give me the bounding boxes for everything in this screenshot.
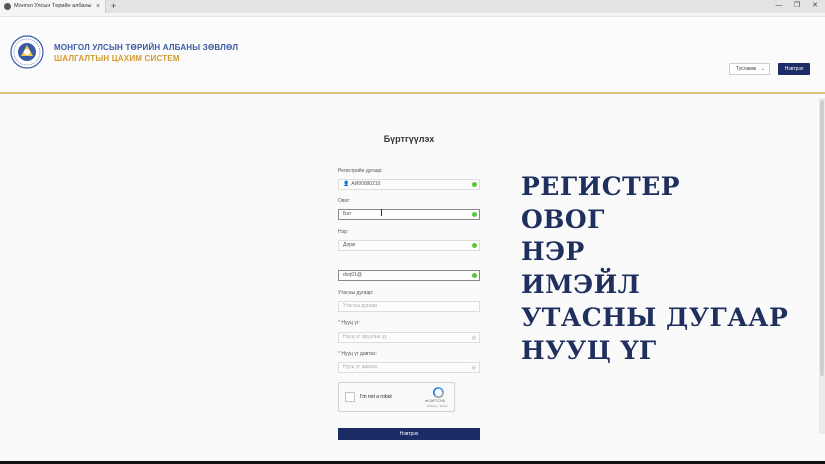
eye-icon[interactable]: ◎ [472,334,476,343]
annotation-line: УТАСНЫ ДУГААР [521,303,789,332]
surname-value: Бат [343,211,352,217]
annotation-line: ОВОГ [521,205,605,234]
help-dropdown[interactable]: Тусламж ⌄ [729,63,770,75]
close-window-button[interactable]: ✕ [809,0,821,11]
register-value: АИ90080210 [351,181,381,187]
recaptcha-logo-icon [433,387,444,398]
minimize-button[interactable]: — [773,0,785,11]
org-name: МОНГОЛ УЛСЫН ТӨРИЙН АЛБАНЫ ЗӨВЛӨЛ [54,43,239,52]
captcha-label: I'm not a robot [360,394,392,400]
annotation-line: РЕГИСТЕР [521,172,681,201]
captcha-terms[interactable]: Privacy - Terms [427,404,448,408]
annotation-line: ИМЭЙЛ [521,270,641,299]
phone-input[interactable]: Утасны дугаар [338,301,480,312]
annotation-line: НУУЦ ҮГ [521,336,657,365]
system-name: ШАЛГАЛТЫН ЦАХИМ СИСТЕМ [54,54,180,63]
name-input[interactable]: Дорж [338,240,480,251]
annotation-line: НЭР [521,237,585,266]
browser-tab-bar: Монгол Улсын Төрийн албаны × + — ❐ ✕ [0,0,825,13]
valid-check-icon [472,182,477,187]
email-input[interactable]: dorj01@ [338,270,480,281]
name-label: Нэр: [338,229,349,235]
new-tab-button[interactable]: + [111,0,116,13]
restore-button[interactable]: ❐ [791,0,803,11]
valid-check-icon [472,273,477,278]
browser-tab[interactable]: Монгол Улсын Төрийн албаны × [0,0,106,13]
valid-check-icon [472,243,477,248]
password-input[interactable]: Нууц үг оруулна уу ◎ [338,332,480,343]
register-label: Регистрийн дугаар: [338,168,383,174]
name-value: Дорж [343,242,356,248]
emblem-logo-icon [10,35,44,69]
user-icon: 👤 [343,181,350,187]
favicon-icon [4,3,11,10]
tab-title: Монгол Улсын Төрийн албаны [14,3,92,9]
submit-button[interactable]: Нэвтрэх [338,428,480,440]
phone-label: Утасны дугаар: [338,290,374,296]
password-confirm-placeholder: Нууц үг давтах [343,364,378,370]
chevron-down-icon: ⌄ [760,66,765,72]
register-input[interactable]: 👤 АИ90080210 [338,179,480,190]
password-confirm-label: * Нууц үг давтах: [338,351,378,357]
password-placeholder: Нууц үг оруулна уу [343,334,387,340]
eye-icon[interactable]: ◎ [472,364,476,373]
surname-input[interactable]: Бат [338,209,480,220]
page-title: Бүртгүүлэх [383,134,435,144]
surname-label: Овог: [338,198,351,204]
help-label: Тусламж [736,66,757,72]
password-label: * Нууц үг: [338,320,360,326]
text-cursor-icon [381,209,385,216]
captcha-checkbox[interactable] [345,392,355,402]
captcha-brand: reCAPTCHA [425,399,445,403]
required-mark: * [338,351,340,357]
email-value: dorj01@ [343,272,362,278]
login-button[interactable]: Нэвтрэх [778,63,810,75]
phone-placeholder: Утасны дугаар [343,303,377,309]
required-mark: * [338,320,340,326]
valid-check-icon [472,212,477,217]
recaptcha-widget: I'm not a robot reCAPTCHA Privacy - Term… [338,382,455,412]
tab-close-icon[interactable]: × [96,0,100,13]
scrollbar-thumb[interactable] [820,100,824,376]
password-confirm-input[interactable]: Нууц үг давтах ◎ [338,362,480,373]
